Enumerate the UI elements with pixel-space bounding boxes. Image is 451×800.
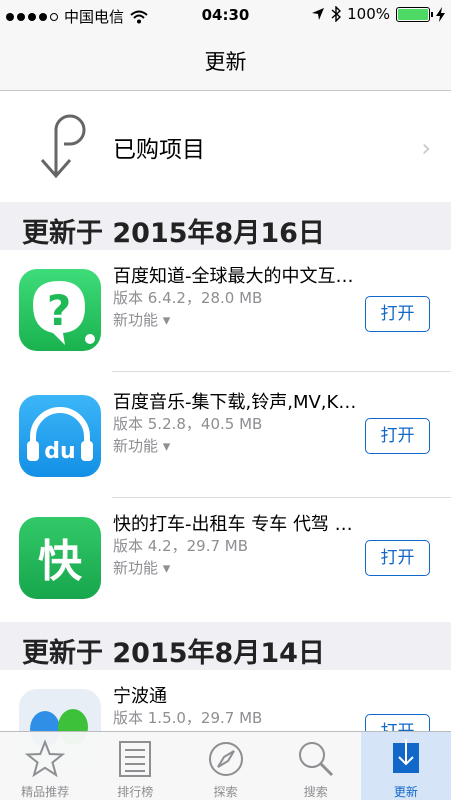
whats-new-toggle[interactable]: 新功能 ▾	[113, 435, 170, 456]
tab-label: 搜索	[303, 785, 328, 799]
battery-icon	[396, 6, 433, 22]
baidu-zhidao-icon[interactable]: ?	[19, 269, 101, 351]
app-name: 快的打车-出租车 专车 代驾 顺风车	[113, 514, 358, 535]
status-bar: 中国电信 04:30 100%	[0, 0, 451, 30]
list-icon	[119, 741, 152, 777]
svg-text:?: ?	[47, 286, 71, 335]
chevron-right-icon: ›	[421, 134, 431, 162]
tab-label: 排行榜	[117, 785, 154, 799]
page-title: 更新	[204, 50, 247, 74]
baidu-music-icon[interactable]: du	[19, 395, 101, 477]
purchased-row[interactable]: 已购项目 ›	[0, 92, 451, 202]
open-button[interactable]: 打开	[365, 418, 430, 454]
app-version: 版本 6.4.2，28.0 MB	[113, 289, 263, 307]
charging-icon	[436, 6, 445, 22]
list-item[interactable]: du 百度音乐-集下载,铃声,MV,K歌于一体 版本 5.2.8，40.5 MB…	[0, 376, 451, 498]
divider	[112, 371, 451, 372]
open-button[interactable]: 打开	[365, 296, 430, 332]
compass-icon	[208, 742, 243, 776]
section-header: 更新于 2015年8月16日	[0, 202, 451, 250]
tab-charts[interactable]: 排行榜	[90, 732, 180, 800]
app-version: 版本 1.5.0，29.7 MB	[113, 709, 263, 727]
tab-bar: 精品推荐 排行榜 探索 搜索 更新	[0, 731, 451, 800]
tab-label: 更新	[393, 785, 418, 799]
section-header-text: 更新于 2015年8月14日	[22, 638, 325, 669]
app-version: 版本 4.2，29.7 MB	[113, 537, 249, 555]
list-item[interactable]: ? 百度知道-全球最大的中文互动问答平台 版本 6.4.2，28.0 MB 新功…	[0, 250, 451, 372]
open-button[interactable]: 打开	[365, 540, 430, 576]
app-version: 版本 5.2.8，40.5 MB	[113, 415, 263, 433]
tab-label: 探索	[213, 785, 238, 799]
tab-updates[interactable]: 更新	[360, 732, 451, 800]
tab-search[interactable]: 搜索	[271, 732, 361, 800]
whats-new-toggle[interactable]: 新功能 ▾	[113, 557, 170, 578]
section-header: 更新于 2015年8月14日	[0, 622, 451, 670]
svg-text:du: du	[44, 439, 75, 464]
bluetooth-icon	[331, 6, 342, 22]
updates-icon	[392, 739, 419, 773]
search-icon	[298, 742, 333, 777]
tab-explore[interactable]: 探索	[180, 732, 270, 800]
location-icon	[312, 8, 325, 20]
app-name: 宁波通	[113, 686, 167, 707]
section-header-text: 更新于 2015年8月16日	[22, 218, 325, 249]
list-item[interactable]: 快 快的打车-出租车 专车 代驾 顺风车 版本 4.2，29.7 MB 新功能 …	[0, 498, 451, 620]
whats-new-toggle[interactable]: 新功能 ▾	[113, 309, 170, 330]
app-name: 百度知道-全球最大的中文互动问答平台	[113, 266, 358, 287]
star-icon	[25, 739, 66, 778]
purchased-arrow-icon	[40, 114, 86, 179]
app-name: 百度音乐-集下载,铃声,MV,K歌于一体	[113, 392, 358, 413]
battery-percent: 100%	[347, 5, 390, 23]
purchased-label: 已购项目	[113, 137, 205, 163]
kuaidi-taxi-icon[interactable]: 快	[19, 517, 101, 599]
tab-label: 精品推荐	[21, 785, 70, 799]
navigation-bar: 更新	[0, 30, 451, 91]
svg-text:快: 快	[38, 536, 83, 587]
tab-featured[interactable]: 精品推荐	[0, 732, 90, 800]
